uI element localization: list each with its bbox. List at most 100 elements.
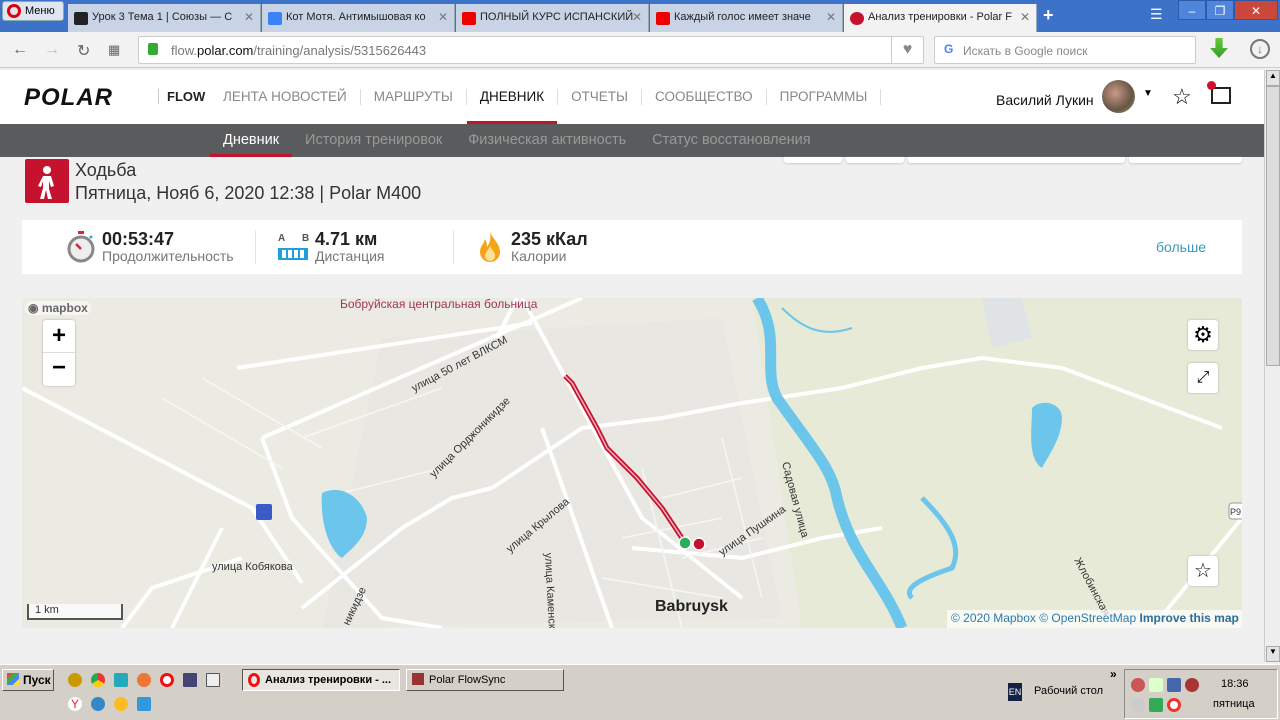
- zoom-out-button[interactable]: −: [43, 353, 75, 386]
- tab-polar-analysis[interactable]: Анализ тренировки - Polar F ✕: [844, 4, 1037, 32]
- zoom-in-button[interactable]: +: [43, 320, 75, 353]
- improve-map-link[interactable]: Improve this map: [1139, 611, 1238, 625]
- ie-icon[interactable]: [91, 697, 105, 711]
- antivirus-icon[interactable]: [1185, 678, 1199, 692]
- close-tab-icon[interactable]: ✕: [632, 10, 642, 24]
- subnav-training-history[interactable]: История тренировок: [292, 132, 455, 148]
- nav-routes[interactable]: МАРШРУТЫ: [361, 89, 467, 105]
- opera-icon[interactable]: [160, 673, 174, 687]
- search-input[interactable]: G Искать в Google поиск: [934, 36, 1196, 64]
- divider: [255, 230, 256, 264]
- close-window-button[interactable]: ✕: [1234, 0, 1278, 20]
- youtube-icon: [656, 12, 670, 25]
- scroll-up-button[interactable]: ▲: [1266, 70, 1280, 86]
- stopwatch-icon: [67, 231, 95, 263]
- ruler-icon: [278, 248, 308, 260]
- start-button[interactable]: Пуск: [2, 669, 54, 691]
- tab-lesson[interactable]: Урок 3 Тема 1 | Союзы — С ✕: [68, 4, 261, 32]
- yandex-icon[interactable]: Y: [68, 697, 82, 711]
- language-indicator[interactable]: EN: [1008, 683, 1022, 701]
- clock-time[interactable]: 18:36: [1221, 678, 1249, 690]
- minimize-button[interactable]: –: [1178, 0, 1206, 20]
- nav-programs[interactable]: ПРОГРАММЫ: [767, 89, 882, 105]
- mapbox-logo[interactable]: ◉ mapbox: [25, 301, 91, 315]
- tab-spanish-course[interactable]: ПОЛНЫЙ КУРС ИСПАНСКИЙ ✕: [456, 4, 649, 32]
- forward-icon[interactable]: →: [44, 41, 60, 59]
- locate-gear-icon[interactable]: ⚙: [1188, 320, 1218, 350]
- avatar[interactable]: [1102, 80, 1135, 113]
- new-tab-button[interactable]: +: [1043, 5, 1054, 26]
- chrome-icon[interactable]: [91, 673, 105, 687]
- close-tab-icon[interactable]: ✕: [244, 10, 254, 24]
- tab-every-voice[interactable]: Каждый голос имеет значе ✕: [650, 4, 843, 32]
- map-label-road: Р9: [1230, 507, 1241, 517]
- page-scrollbar[interactable]: ▲ ▼: [1264, 70, 1280, 662]
- notification-dot: [1207, 81, 1216, 90]
- bookmark-heart-icon[interactable]: ♥: [891, 37, 923, 63]
- mapbox-attribution-link[interactable]: © 2020 Mapbox: [951, 611, 1036, 625]
- close-tab-icon[interactable]: ✕: [826, 10, 836, 24]
- back-icon[interactable]: ←: [12, 41, 28, 59]
- osm-attribution-link[interactable]: © OpenStreetMap: [1039, 611, 1136, 625]
- chevron-down-icon[interactable]: ▼: [1143, 88, 1153, 99]
- scroll-down-button[interactable]: ▼: [1266, 646, 1280, 662]
- media-player-icon[interactable]: [114, 697, 128, 711]
- lingualeo-icon: [74, 12, 88, 25]
- route-start-marker[interactable]: [678, 536, 692, 550]
- fullscreen-icon[interactable]: ⤢: [1188, 363, 1218, 393]
- nav-community[interactable]: СООБЩЕСТВО: [642, 89, 767, 105]
- tray-icon[interactable]: [1149, 678, 1163, 692]
- chevron-right-icon[interactable]: »: [1110, 667, 1117, 681]
- close-tab-icon[interactable]: ✕: [438, 10, 448, 24]
- taskbar-window-polar-analysis[interactable]: Анализ тренировки - ...: [242, 669, 400, 691]
- subnav-recovery-status[interactable]: Статус восстановления: [639, 132, 823, 148]
- taskbar-window-flowsync[interactable]: Polar FlowSync: [406, 669, 564, 691]
- app-icon[interactable]: [137, 697, 151, 711]
- home-icon[interactable]: [114, 673, 128, 687]
- restore-button[interactable]: ❐: [1206, 0, 1234, 20]
- tray-icon[interactable]: [1167, 698, 1181, 712]
- desktop-toolbar[interactable]: Рабочий стол: [1034, 685, 1103, 697]
- action-button[interactable]: [908, 157, 1125, 163]
- opera-menu-button[interactable]: Меню: [2, 1, 64, 21]
- download-extension-icon[interactable]: [1210, 38, 1228, 58]
- polar-logo[interactable]: POLAR: [24, 84, 113, 112]
- scroll-thumb[interactable]: [1266, 86, 1280, 366]
- route-end-marker[interactable]: [692, 537, 706, 551]
- speed-dial-icon[interactable]: ▦: [108, 42, 120, 58]
- downloads-icon[interactable]: ↓: [1250, 39, 1270, 59]
- lock-icon: [148, 43, 158, 55]
- action-button[interactable]: [846, 157, 904, 163]
- favorites-star-icon[interactable]: ☆: [1172, 84, 1192, 110]
- subnav-diary[interactable]: Дневник: [210, 132, 293, 157]
- tab-menu-icon[interactable]: ☰: [1150, 6, 1163, 23]
- messages-icon[interactable]: [1207, 81, 1231, 104]
- url-input[interactable]: flow.polar.com/training/analysis/5315626…: [138, 36, 924, 64]
- duration-value: 00:53:47: [102, 229, 175, 249]
- nav-news-feed[interactable]: ЛЕНТА НОВОСТЕЙ: [210, 89, 361, 105]
- video-play-icon: [268, 12, 282, 25]
- action-button[interactable]: [1129, 157, 1242, 163]
- nav-reports[interactable]: ОТЧЕТЫ: [558, 89, 643, 105]
- tray-icon[interactable]: [1131, 678, 1145, 692]
- route-map[interactable]: Бобруйская центральная больница улица 50…: [22, 298, 1242, 628]
- firefox-icon[interactable]: [137, 673, 151, 687]
- map-canvas[interactable]: Бобруйская центральная больница улица 50…: [22, 298, 1242, 628]
- opera-icon: [7, 4, 21, 18]
- subnav-activity[interactable]: Физическая активность: [455, 132, 639, 148]
- address-toolbar: ← → ↻ ▦ flow.polar.com/training/analysis…: [0, 32, 1280, 68]
- reload-icon[interactable]: ↻: [77, 41, 90, 61]
- more-link[interactable]: больше: [1156, 239, 1206, 255]
- network-icon[interactable]: [1167, 678, 1181, 692]
- tray-icon[interactable]: [1131, 698, 1145, 712]
- tab-kot-motya[interactable]: Кот Мотя. Антимышовая ко ✕: [262, 4, 455, 32]
- app-icon[interactable]: [68, 673, 82, 687]
- nav-diary[interactable]: ДНЕВНИК: [466, 89, 559, 124]
- save-icon[interactable]: [183, 673, 197, 687]
- window-icon[interactable]: [206, 673, 220, 687]
- flowsync-tray-icon[interactable]: [1149, 698, 1163, 712]
- action-button[interactable]: [784, 157, 842, 163]
- star-icon[interactable]: ☆: [1188, 556, 1218, 586]
- close-tab-icon[interactable]: ✕: [1020, 10, 1030, 24]
- user-name[interactable]: Василий Лукин: [996, 92, 1094, 108]
